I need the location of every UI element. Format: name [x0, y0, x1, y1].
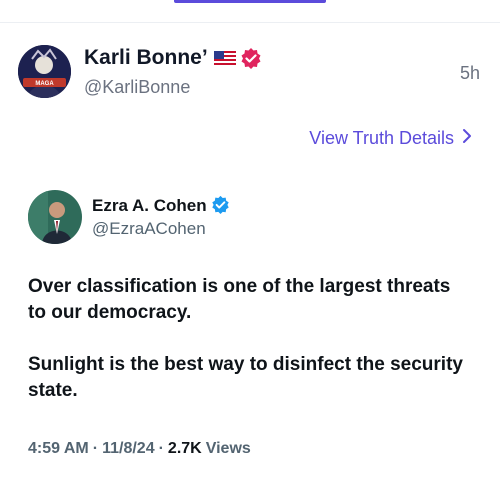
meta-separator: · [158, 440, 164, 457]
embedded-author-avatar[interactable] [28, 190, 82, 244]
top-divider [0, 22, 500, 23]
embedded-author-handle[interactable]: @EzraACohen [92, 219, 206, 239]
us-flag-icon [213, 51, 236, 65]
embedded-post-time: 4:59 AM [28, 440, 89, 457]
post-timestamp: 5h [459, 63, 480, 83]
avatar-image: MAGA [18, 45, 71, 98]
view-truth-details-label: View Truth Details [309, 128, 454, 148]
embedded-post-meta: 4:59 AM · 11/8/24 · 2.7K Views [28, 440, 251, 458]
embedded-name-row: Ezra A. Cohen [92, 195, 233, 217]
embedded-post-views: 2.7K [167, 440, 202, 457]
embedded-avatar-image [28, 190, 82, 244]
chevron-right-icon [462, 128, 472, 149]
view-truth-details-link[interactable]: View Truth Details [309, 128, 472, 149]
verified-badge-icon [240, 47, 262, 69]
embedded-paragraph: Sunlight is the best way to disinfect th… [28, 354, 463, 401]
author-name-row: Karli Bonne’ [84, 46, 262, 70]
post-header: MAGA Karli Bonne’ @KarliBonne 5h [18, 45, 484, 105]
active-tab-indicator [174, 0, 326, 3]
author-avatar[interactable]: MAGA [18, 45, 71, 98]
embedded-post-views-label: Views [205, 440, 251, 457]
embedded-post-text: Over classification is one of the larges… [28, 274, 468, 430]
verified-check-icon [211, 195, 233, 217]
embedded-paragraph: Over classification is one of the larges… [28, 276, 451, 323]
meta-separator: · [92, 440, 99, 457]
author-handle[interactable]: @KarliBonne [84, 77, 190, 98]
embedded-post-date: 11/8/24 [102, 440, 155, 457]
embedded-author-name[interactable]: Ezra A. Cohen [92, 196, 207, 216]
avatar-label: MAGA [35, 81, 54, 87]
author-name[interactable]: Karli Bonne’ [84, 46, 208, 70]
